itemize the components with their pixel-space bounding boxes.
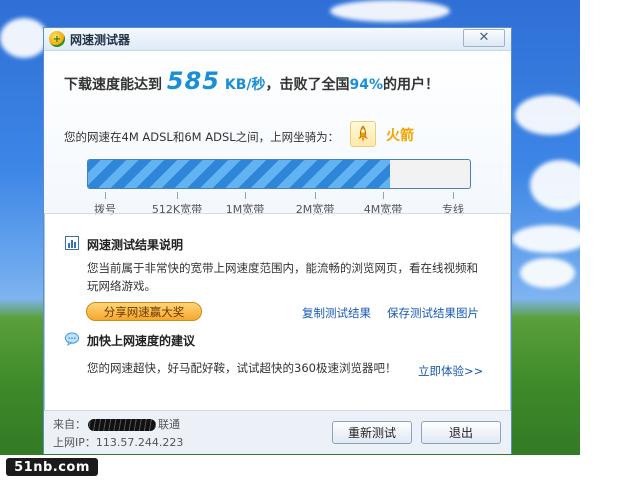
headline-mid: ，击败了全国 <box>265 77 350 93</box>
blank-area <box>580 0 640 482</box>
cloud <box>515 95 585 135</box>
try-now-link[interactable]: 立即体验>> <box>418 363 483 379</box>
explain-title: 网速测试结果说明 <box>87 238 184 252</box>
exit-button[interactable]: 退出 <box>421 421 501 444</box>
scale-label: 1M宽带 <box>225 203 265 216</box>
scale-tick <box>315 192 316 199</box>
speed-progress-bar <box>87 159 471 189</box>
isp-name: 联通 <box>158 418 180 431</box>
percent-value: 94% <box>349 77 384 93</box>
redacted-location <box>88 419 156 431</box>
copy-result-link[interactable]: 复制测试结果 <box>302 305 371 321</box>
window-title: 网速测试器 <box>70 32 131 47</box>
headline-suffix: 的用户！ <box>383 77 440 93</box>
explain-body: 您当前属于非常快的宽带上网速度范围内，能流畅的浏览网页，看在线视频和玩网络游戏。 <box>87 261 478 293</box>
cloud <box>520 258 575 288</box>
share-button[interactable]: 分享网速赢大奖 <box>86 302 202 321</box>
divider <box>44 213 511 214</box>
vehicle-label: 火箭 <box>386 128 414 144</box>
retest-button[interactable]: 重新测试 <box>332 421 412 444</box>
rocket-icon <box>350 121 376 147</box>
headline-prefix: 下载速度能达到 <box>64 77 162 93</box>
close-button[interactable]: ✕ <box>463 29 505 47</box>
scale-labels: 拨号 512K宽带 1M宽带 2M宽带 4M宽带 专线 <box>44 201 511 219</box>
app-logo-icon: + <box>49 31 65 47</box>
scale-ticks <box>87 192 471 200</box>
scale-label: 拨号 <box>94 203 116 216</box>
footer-bar: 来自： 联通 上网IP：113.57.244.223 重新测试 退出 <box>44 410 511 454</box>
scale-label: 专线 <box>442 203 464 216</box>
cloud <box>512 225 587 253</box>
advice-body: 您的网速超快，好马配好鞍，试试超快的360极速浏览器吧！ <box>87 361 397 375</box>
cloud <box>330 0 450 22</box>
ip-label: 上网IP： <box>53 436 96 449</box>
cloud <box>0 18 48 58</box>
speed-test-window: + 网速测试器 ✕ 下载速度能达到 585 KB/秒，击败了全国94%的用户！ … <box>43 27 512 454</box>
title-bar[interactable]: + 网速测试器 ✕ <box>44 28 511 51</box>
ip-line: 上网IP：113.57.244.223 <box>53 434 183 450</box>
source-line: 来自： 联通 <box>53 416 180 432</box>
speed-progress-fill <box>88 160 390 188</box>
from-label: 来自： <box>53 418 86 431</box>
scale-tick <box>383 192 384 199</box>
scale-label: 2M宽带 <box>295 203 335 216</box>
tip-bubble-icon <box>65 332 79 346</box>
site-watermark-logo: 51nb.com <box>6 458 98 476</box>
speed-range-text: 您的网速在4M ADSL和6M ADSL之间，上网坐骑为： <box>64 130 340 144</box>
scale-tick <box>453 192 454 199</box>
result-panel: 下载速度能达到 585 KB/秒，击败了全国94%的用户！ 您的网速在4M AD… <box>44 51 511 216</box>
save-image-link[interactable]: 保存测试结果图片 <box>387 305 479 321</box>
ip-address: 113.57.244.223 <box>95 436 184 449</box>
speed-value: 585 <box>166 67 220 95</box>
bar-chart-icon <box>65 236 79 250</box>
speed-unit: KB/秒 <box>224 77 266 93</box>
advice-title: 加快上网速度的建议 <box>87 334 196 348</box>
scale-label: 4M宽带 <box>363 203 403 216</box>
scale-label: 512K宽带 <box>151 203 203 216</box>
scale-tick <box>245 192 246 199</box>
scale-tick <box>177 192 178 199</box>
speed-headline: 下载速度能达到 585 KB/秒，击败了全国94%的用户！ <box>64 67 439 95</box>
scale-tick <box>105 192 106 199</box>
